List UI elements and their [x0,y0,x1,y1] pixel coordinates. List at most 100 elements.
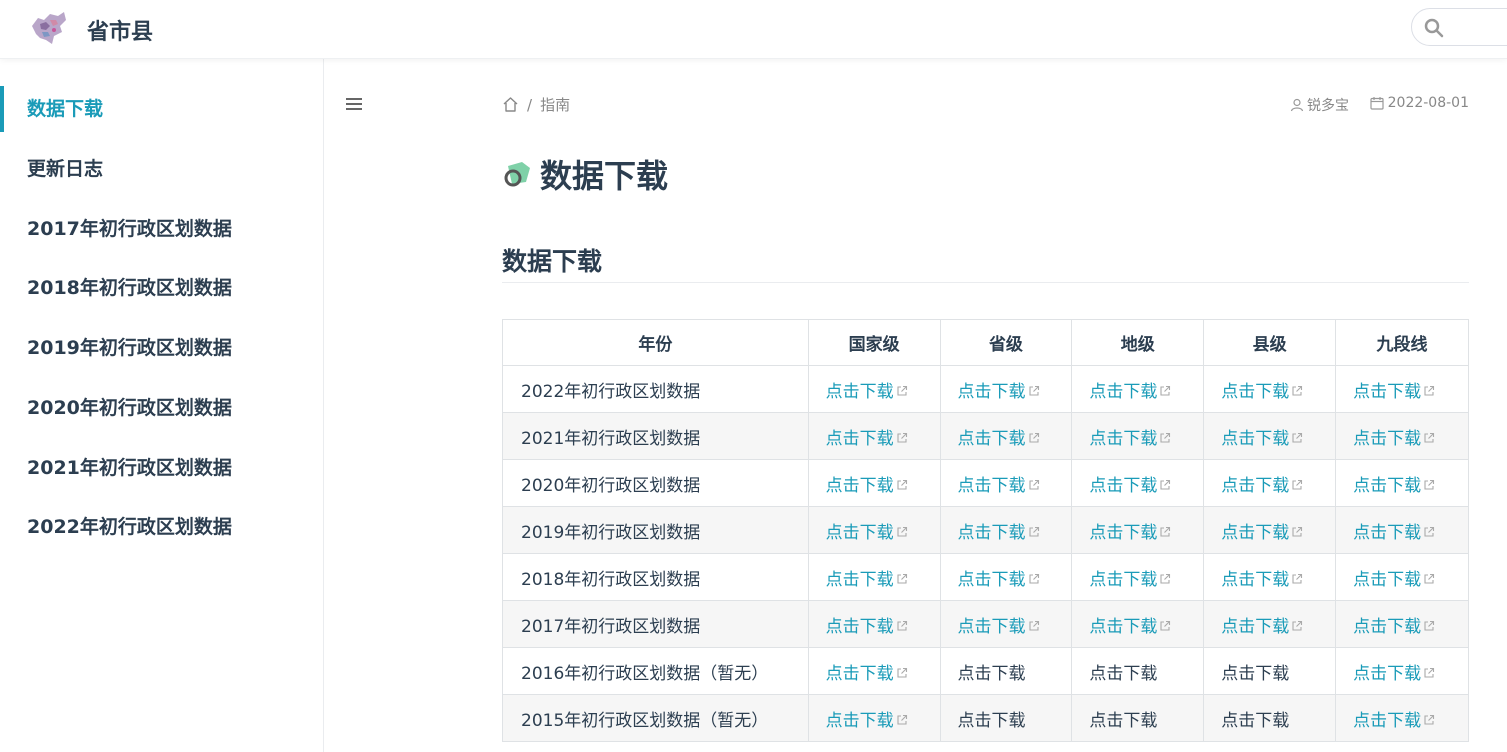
table-cell: 点击下载 [939,506,1073,554]
table-cell: 点击下载 [1071,600,1205,648]
download-link[interactable]: 点击下载 [1353,570,1435,590]
download-link-label: 点击下载 [1221,381,1290,402]
external-link-icon [1028,432,1039,443]
download-unavailable-label: 点击下载 [957,710,1026,731]
table-cell: 点击下载 [1203,647,1337,695]
page-meta-bar: / 指南 锐多宝 2022-08-01 [502,94,1469,116]
page-title-text: 数据下载 [540,157,669,195]
download-link[interactable]: 点击下载 [1089,382,1171,402]
external-link-icon [1424,526,1435,537]
download-link[interactable]: 点击下载 [958,570,1040,590]
table-row: 2020年初行政区划数据 点击下载 点击下载 点击下载 点击下载 点击下载 [502,459,1469,507]
external-link-icon [1292,432,1303,443]
row-year-label: 2016年初行政区划数据（暂无） [502,647,809,695]
download-link[interactable]: 点击下载 [826,664,908,684]
sidebar-item-2021[interactable]: 2021年初行政区划数据 [0,445,323,491]
table-cell: 点击下载 [1335,647,1469,695]
download-link[interactable]: 点击下载 [1089,617,1171,637]
download-link[interactable]: 点击下载 [1353,664,1435,684]
download-link-label: 点击下载 [957,616,1026,637]
download-link[interactable]: 点击下载 [1221,476,1303,496]
download-link[interactable]: 点击下载 [1221,570,1303,590]
sidebar: 数据下载 更新日志 2017年初行政区划数据 2018年初行政区划数据 2019… [0,59,324,752]
download-link-label: 点击下载 [1221,569,1290,590]
table-row: 2018年初行政区划数据 点击下载 点击下载 点击下载 点击下载 点击下载 [502,553,1469,601]
download-link[interactable]: 点击下载 [1353,382,1435,402]
download-link[interactable]: 点击下载 [1353,476,1435,496]
download-link[interactable]: 点击下载 [1353,617,1435,637]
home-icon[interactable] [502,96,519,113]
download-link[interactable]: 点击下载 [826,476,908,496]
download-link[interactable]: 点击下载 [958,429,1040,449]
search-box[interactable] [1411,8,1507,46]
external-link-icon [1424,479,1435,490]
download-link[interactable]: 点击下载 [958,476,1040,496]
download-link[interactable]: 点击下载 [958,523,1040,543]
sidebar-item-2022[interactable]: 2022年初行政区划数据 [0,504,323,550]
download-link[interactable]: 点击下载 [1353,711,1435,731]
table-cell: 点击下载 [807,647,941,695]
author-name: 锐多宝 [1307,98,1349,114]
download-link-label: 点击下载 [957,522,1026,543]
download-link-label: 点击下载 [1353,616,1422,637]
table-row: 2015年初行政区划数据（暂无） 点击下载 点击下载 点击下载 点击下载 点击下载 [502,694,1469,742]
table-cell: 点击下载 [807,553,941,601]
site-title[interactable]: 省市县 [87,14,153,46]
breadcrumb-current[interactable]: 指南 [540,94,570,115]
external-link-icon [897,667,907,678]
sidebar-item-data-download[interactable]: 数据下载 [0,86,323,132]
menu-toggle-icon[interactable] [346,95,366,113]
download-unavailable-label: 点击下载 [1089,710,1158,731]
download-link[interactable]: 点击下载 [1089,523,1171,543]
download-link-label: 点击下载 [1221,616,1290,637]
external-link-icon [1424,432,1435,443]
sidebar-item-2019[interactable]: 2019年初行政区划数据 [0,325,323,371]
download-link[interactable]: 点击下载 [958,382,1040,402]
download-link-label: 点击下载 [825,381,894,402]
external-link-icon [1424,667,1435,678]
download-link-label: 点击下载 [825,569,894,590]
download-link[interactable]: 点击下载 [826,617,908,637]
row-year-label: 2019年初行政区划数据 [502,506,809,554]
download-link[interactable]: 点击下载 [1089,429,1171,449]
external-link-icon [1028,573,1039,584]
external-link-icon [897,385,907,396]
external-link-icon [1424,385,1435,396]
table-cell: 点击下载 [1335,365,1469,413]
download-link[interactable]: 点击下载 [1221,523,1303,543]
download-link[interactable]: 点击下载 [1221,382,1303,402]
download-link[interactable]: 点击下载 [1353,429,1435,449]
external-link-icon [1028,620,1039,631]
download-link[interactable]: 点击下载 [826,711,908,731]
china-map-logo-icon[interactable] [28,8,68,48]
top-navbar: 省市县 [0,0,1507,59]
sidebar-item-2018[interactable]: 2018年初行政区划数据 [0,265,323,311]
download-link[interactable]: 点击下载 [1089,570,1171,590]
download-link[interactable]: 点击下载 [826,570,908,590]
external-link-icon [1424,714,1435,725]
download-link[interactable]: 点击下载 [1353,523,1435,543]
download-link[interactable]: 点击下载 [826,429,908,449]
download-link-label: 点击下载 [1353,428,1422,449]
download-link[interactable]: 点击下载 [1221,429,1303,449]
external-link-icon [1160,620,1171,631]
download-link-label: 点击下载 [1353,381,1422,402]
table-row: 2022年初行政区划数据 点击下载 点击下载 点击下载 点击下载 点击下载 [502,365,1469,413]
row-year-label: 2018年初行政区划数据 [502,553,809,601]
table-cell: 点击下载 [1071,506,1205,554]
sidebar-item-changelog[interactable]: 更新日志 [0,146,323,192]
sidebar-item-2017[interactable]: 2017年初行政区划数据 [0,206,323,252]
download-link-label: 点击下载 [825,475,894,496]
download-link[interactable]: 点击下载 [826,382,908,402]
breadcrumb: / 指南 [502,94,570,115]
table-cell: 点击下载 [1071,365,1205,413]
download-link-label: 点击下载 [825,663,894,684]
user-icon [1290,98,1304,112]
download-link[interactable]: 点击下载 [826,523,908,543]
sidebar-item-2020[interactable]: 2020年初行政区划数据 [0,385,323,431]
download-link[interactable]: 点击下载 [1221,617,1303,637]
table-row: 2019年初行政区划数据 点击下载 点击下载 点击下载 点击下载 点击下载 [502,506,1469,554]
download-link[interactable]: 点击下载 [1089,476,1171,496]
table-cell: 点击下载 [807,459,941,507]
download-link[interactable]: 点击下载 [958,617,1040,637]
